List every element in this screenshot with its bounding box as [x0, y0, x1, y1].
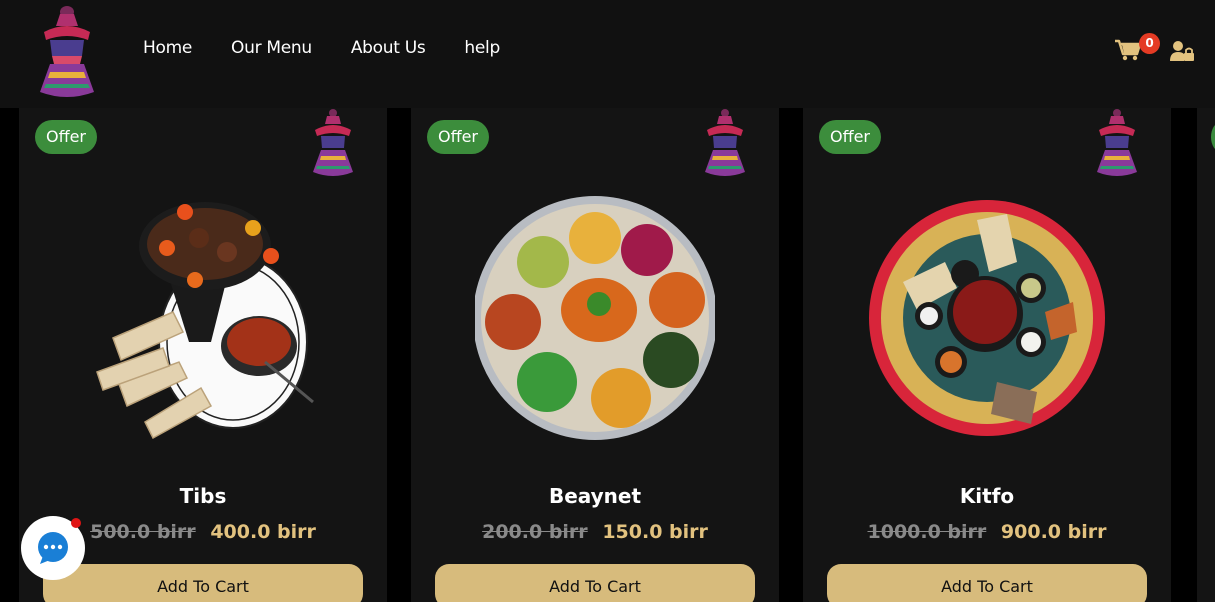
product-name: Kitfo	[959, 484, 1015, 508]
add-to-cart-button[interactable]: Add To Cart	[43, 564, 363, 602]
next-product-card-peek	[1197, 108, 1215, 602]
price-row: 1000.0 birr 900.0 birr	[803, 521, 1171, 543]
site-header: Home Our Menu About Us help 0	[0, 0, 1215, 108]
nav-home[interactable]: Home	[143, 38, 192, 58]
chat-notification-dot	[71, 518, 81, 528]
nav-help[interactable]: help	[464, 38, 500, 58]
cart-icon[interactable]	[1115, 39, 1141, 61]
beaynet-food-image	[475, 196, 715, 440]
user-lock-icon[interactable]	[1170, 40, 1194, 62]
price-row: 200.0 birr 150.0 birr	[411, 521, 779, 543]
nav-our-menu[interactable]: Our Menu	[231, 38, 312, 58]
nav-about-us[interactable]: About Us	[351, 38, 426, 58]
new-price: 400.0 birr	[210, 521, 316, 543]
offer-badge: Offer	[35, 120, 97, 154]
basket-logo-icon[interactable]	[36, 2, 98, 100]
offer-badge: Offer	[819, 120, 881, 154]
new-price: 150.0 birr	[602, 521, 708, 543]
product-name: Beaynet	[548, 484, 642, 508]
kitfo-food-image	[869, 200, 1105, 436]
old-price: 200.0 birr	[482, 521, 588, 543]
new-price: 900.0 birr	[1000, 521, 1107, 543]
product-card: Offer Kitfo 1000.0 birr 900.0 birr Add T…	[803, 108, 1171, 602]
add-to-cart-button[interactable]: Add To Cart	[827, 564, 1147, 602]
basket-logo-icon	[313, 109, 353, 176]
product-card: Offer Beaynet 200.0 birr 150.0 birr Add …	[411, 108, 779, 602]
basket-logo-icon	[1097, 109, 1137, 176]
cart-count-badge: 0	[1139, 33, 1160, 54]
add-to-cart-button[interactable]: Add To Cart	[435, 564, 755, 602]
offer-badge: Offer	[427, 120, 489, 154]
product-name: Tibs	[179, 484, 227, 508]
old-price: 500.0 birr	[90, 521, 196, 543]
tibs-food-image	[96, 202, 314, 440]
basket-logo-icon	[705, 109, 745, 176]
main-nav: Home Our Menu About Us help	[143, 38, 539, 58]
offer-badge	[1211, 122, 1215, 152]
old-price: 1000.0 birr	[867, 521, 987, 543]
